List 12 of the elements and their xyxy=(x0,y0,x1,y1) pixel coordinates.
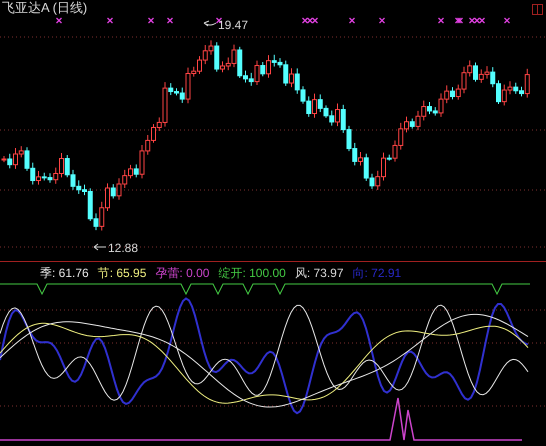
indicator-value: 绽开: 100.00 xyxy=(218,266,286,278)
indicator-value: 季: 61.76 xyxy=(40,266,89,278)
chart-title: 飞亚达A (日线) xyxy=(2,1,88,14)
low-price-label: 12.88 xyxy=(108,242,138,254)
indicator-value: 节: 65.95 xyxy=(98,266,146,278)
indicator-value: 风: 73.97 xyxy=(294,266,344,278)
arrow-icon xyxy=(93,243,107,251)
indicator-value: 孕蕾: 0.00 xyxy=(155,266,210,278)
indicator-value: 向: 72.91 xyxy=(352,266,402,278)
panel-toggle-icon xyxy=(532,4,543,15)
high-price-label: 19.47 xyxy=(218,19,248,31)
arrow-icon xyxy=(203,20,217,28)
